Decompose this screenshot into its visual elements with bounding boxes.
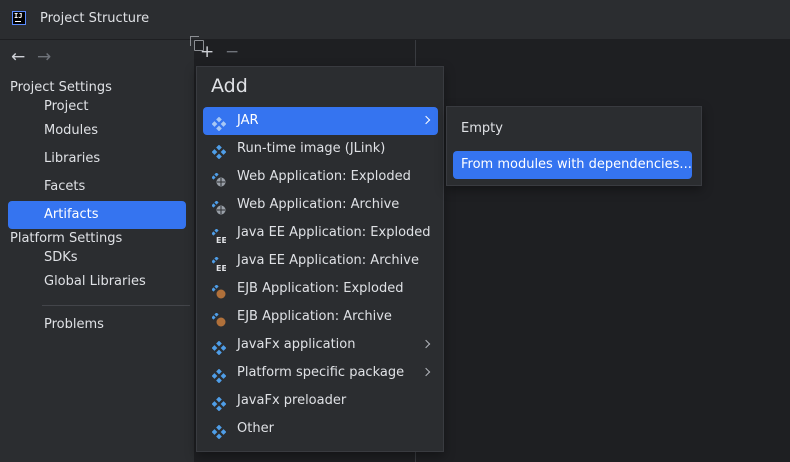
ejb-icon bbox=[211, 310, 226, 327]
details-pane bbox=[416, 40, 790, 462]
chevron-right-icon bbox=[421, 115, 431, 125]
menu-item-label: Java EE Application: Exploded bbox=[237, 225, 431, 240]
menu-item-run-time-image-jlink[interactable]: Run-time image (JLink) bbox=[203, 135, 438, 163]
java-ee-icon: EE bbox=[211, 254, 227, 273]
web-app-icon bbox=[211, 170, 226, 187]
submenu-item-from-modules[interactable]: From modules with dependencies... bbox=[453, 151, 692, 179]
add-artifact-popup: Add JAR Run-time image (JLink) Web Applica… bbox=[196, 66, 444, 452]
web-app-icon bbox=[211, 198, 226, 215]
jar-artifact-icon bbox=[211, 366, 227, 384]
menu-item-label: Web Application: Exploded bbox=[237, 169, 411, 184]
menu-item-label: Java EE Application: Archive bbox=[237, 253, 419, 268]
jar-artifact-icon bbox=[211, 338, 227, 356]
sidebar-item-artifacts[interactable]: Artifacts bbox=[8, 201, 186, 229]
menu-item-label: JAR bbox=[237, 113, 259, 128]
ejb-icon bbox=[211, 282, 226, 299]
sidebar: ← → Project Settings Project Modules Lib… bbox=[0, 40, 194, 462]
menu-item-jar[interactable]: JAR bbox=[203, 107, 438, 135]
jar-artifact-icon bbox=[211, 142, 227, 160]
menu-item-javafx-preloader[interactable]: JavaFx preloader bbox=[203, 387, 438, 415]
svg-text:EE: EE bbox=[216, 236, 226, 243]
submenu-item-empty[interactable]: Empty bbox=[453, 115, 503, 143]
remove-icon[interactable]: − bbox=[225, 42, 239, 62]
menu-item-label: EJB Application: Exploded bbox=[237, 281, 404, 296]
sidebar-item-modules[interactable]: Modules bbox=[8, 117, 186, 145]
menu-item-web-application-exploded[interactable]: Web Application: Exploded bbox=[203, 163, 438, 191]
menu-item-label: Run-time image (JLink) bbox=[237, 141, 386, 156]
java-ee-icon: EE bbox=[211, 226, 227, 245]
menu-item-label: EJB Application: Archive bbox=[237, 309, 392, 324]
menu-item-label: Platform specific package bbox=[237, 365, 405, 380]
jar-submenu: Empty From modules with dependencies... bbox=[446, 106, 702, 186]
sidebar-item-facets[interactable]: Facets bbox=[8, 173, 186, 201]
sidebar-item-problems[interactable]: Problems bbox=[8, 311, 186, 339]
add-icon[interactable]: + bbox=[200, 42, 214, 62]
jar-artifact-icon bbox=[211, 114, 227, 132]
intellij-logo-icon: IJ bbox=[12, 11, 26, 25]
chevron-right-icon bbox=[421, 367, 431, 377]
chevron-right-icon bbox=[421, 339, 431, 349]
menu-item-ejb-application-exploded[interactable]: EJB Application: Exploded bbox=[203, 275, 438, 303]
menu-item-ejb-application-archive[interactable]: EJB Application: Archive bbox=[203, 303, 438, 331]
title-bar: IJ Project Structure bbox=[0, 0, 790, 40]
window-title: Project Structure bbox=[40, 11, 150, 26]
sidebar-divider bbox=[42, 305, 190, 306]
menu-item-javafx-application[interactable]: JavaFx application bbox=[203, 331, 438, 359]
menu-item-web-application-archive[interactable]: Web Application: Archive bbox=[203, 191, 438, 219]
menu-item-label: Other bbox=[237, 421, 274, 436]
menu-item-java-ee-application-archive[interactable]: EE Java EE Application: Archive bbox=[203, 247, 438, 275]
menu-item-label: Web Application: Archive bbox=[237, 197, 400, 212]
forward-arrow-icon[interactable]: → bbox=[37, 48, 51, 66]
menu-item-platform-specific-package[interactable]: Platform specific package bbox=[203, 359, 438, 387]
back-arrow-icon[interactable]: ← bbox=[11, 48, 25, 66]
sidebar-item-libraries[interactable]: Libraries bbox=[8, 145, 186, 173]
svg-text:EE: EE bbox=[216, 264, 226, 271]
menu-item-label: JavaFx preloader bbox=[237, 393, 347, 408]
menu-item-other[interactable]: Other bbox=[203, 415, 438, 443]
menu-item-java-ee-application-exploded[interactable]: EE Java EE Application: Exploded bbox=[203, 219, 438, 247]
jar-artifact-icon bbox=[211, 422, 227, 440]
menu-item-label: JavaFx application bbox=[237, 337, 356, 352]
jar-artifact-icon bbox=[211, 394, 227, 412]
popup-title: Add bbox=[211, 75, 248, 97]
sidebar-item-global-libraries[interactable]: Global Libraries bbox=[8, 268, 186, 296]
